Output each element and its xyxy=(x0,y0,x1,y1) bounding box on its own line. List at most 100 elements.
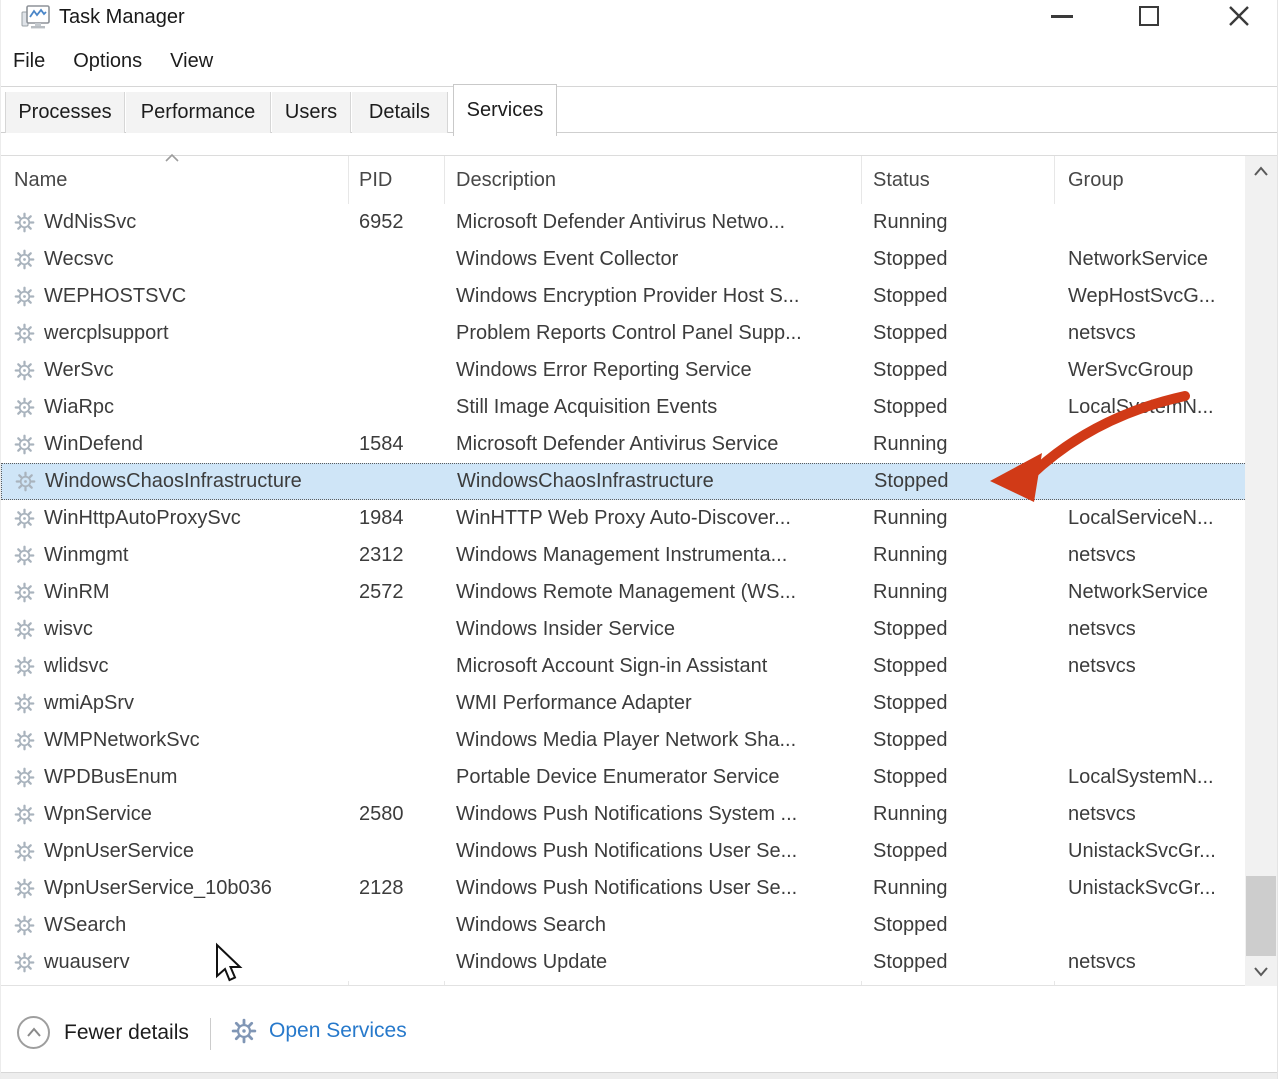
column-header-pid[interactable]: PID xyxy=(348,169,444,192)
service-name: Wecsvc xyxy=(44,248,114,271)
service-gear-icon xyxy=(14,249,35,270)
service-group: NetworkService xyxy=(1054,581,1247,604)
table-row[interactable]: WdNisSvc6952Microsoft Defender Antivirus… xyxy=(1,204,1247,241)
table-row[interactable]: wercplsupportProblem Reports Control Pan… xyxy=(1,315,1247,352)
service-gear-icon xyxy=(14,767,35,788)
service-name: WSearch xyxy=(44,914,126,937)
tab-services[interactable]: Services xyxy=(453,84,557,136)
table-row[interactable]: wisvcWindows Insider ServiceStoppednetsv… xyxy=(1,611,1247,648)
service-name-cell: WpnUserService xyxy=(1,840,348,863)
service-name: WinHttpAutoProxySvc xyxy=(44,507,241,530)
service-name-cell: wisvc xyxy=(1,618,348,641)
service-name: WinDefend xyxy=(44,433,143,456)
open-services-button[interactable]: Open Services xyxy=(231,1018,407,1044)
service-name: WEPHOSTSVC xyxy=(44,285,186,308)
menu-options[interactable]: Options xyxy=(73,50,142,73)
service-description: Windows Error Reporting Service xyxy=(444,359,861,382)
table-row[interactable]: WPDBusEnum Portable Device Enumerator Ser… xyxy=(1,759,1247,796)
service-name-cell: WinHttpAutoProxySvc xyxy=(1,507,348,530)
service-status: Running xyxy=(861,803,1054,826)
service-pid: 2312 xyxy=(348,544,444,567)
service-name: wisvc xyxy=(44,618,93,641)
service-status: Stopped xyxy=(861,840,1054,863)
table-row[interactable]: WecsvcWindows Event CollectorStoppedNetw… xyxy=(1,241,1247,278)
scroll-down-button[interactable] xyxy=(1245,956,1277,986)
maximize-button[interactable] xyxy=(1126,0,1172,32)
service-group: netsvcs xyxy=(1054,544,1247,567)
services-list: Name PID Description Status Group WdNisS… xyxy=(1,155,1277,985)
service-pid: 1984 xyxy=(348,507,444,530)
table-row[interactable]: wlidsvcMicrosoft Account Sign-in Assista… xyxy=(1,648,1247,685)
table-row[interactable]: wmiApSrvWMI Performance AdapterStopped xyxy=(1,685,1247,722)
service-status: Stopped xyxy=(861,396,1054,419)
footer-divider xyxy=(210,1018,211,1050)
table-row[interactable]: WMPNetworkSvcWindows Media Player Networ… xyxy=(1,722,1247,759)
table-row[interactable]: WpnUserService_10b0362128Windows Push No… xyxy=(1,870,1247,907)
service-description: Windows Management Instrumenta... xyxy=(444,544,861,567)
service-name-cell: WiaRpc xyxy=(1,396,348,419)
fewer-details-label: Fewer details xyxy=(64,1021,189,1045)
tab-performance[interactable]: Performance xyxy=(126,92,271,133)
table-row[interactable]: WinRM2572Windows Remote Management (WS..… xyxy=(1,574,1247,611)
service-status: Running xyxy=(861,211,1054,234)
tab-details[interactable]: Details xyxy=(352,92,448,133)
table-row[interactable]: Winmgmt 2312Windows Management Instrument… xyxy=(1,537,1247,574)
column-header-name[interactable]: Name xyxy=(1,169,348,192)
table-row[interactable]: WpnService2580Windows Push Notifications… xyxy=(1,796,1247,833)
table-row[interactable]: WerSvcWindows Error Reporting ServiceSto… xyxy=(1,352,1247,389)
chevron-up-icon xyxy=(1253,166,1269,177)
service-name-cell: wuauserv xyxy=(1,951,348,974)
menu-file[interactable]: File xyxy=(13,50,45,73)
service-description: WinHTTP Web Proxy Auto-Discover... xyxy=(444,507,861,530)
table-row[interactable]: WpnUserServiceWindows Push Notifications… xyxy=(1,833,1247,870)
service-name: Winmgmt xyxy=(44,544,128,567)
service-name: WdNisSvc xyxy=(44,211,136,234)
fewer-details-button[interactable]: Fewer details xyxy=(17,1016,189,1049)
service-gear-icon xyxy=(14,915,35,936)
service-pid: 6952 xyxy=(348,211,444,234)
task-manager-window: Task Manager File Options View Processes… xyxy=(0,0,1278,1079)
service-description: Windows Event Collector xyxy=(444,248,861,271)
tab-users[interactable]: Users xyxy=(272,92,351,133)
column-header-status[interactable]: Status xyxy=(861,169,1054,192)
table-row[interactable]: WiaRpcStill Image Acquisition EventsStop… xyxy=(1,389,1247,426)
service-group: WepHostSvcG... xyxy=(1054,285,1247,308)
table-row[interactable]: WinHttpAutoProxySvc 1984WinHTTP Web Proxy… xyxy=(1,500,1247,537)
service-description: Windows Remote Management (WS... xyxy=(444,581,861,604)
scroll-up-button[interactable] xyxy=(1245,156,1277,186)
service-name-cell: WinRM xyxy=(1,581,348,604)
service-name-cell: WPDBusEnum xyxy=(1,766,348,789)
chevron-down-icon xyxy=(1253,966,1269,977)
service-status: Running xyxy=(861,877,1054,900)
table-row[interactable]: wuauservWindows UpdateStoppednetsvcs xyxy=(1,944,1247,981)
service-pid: 2572 xyxy=(348,581,444,604)
service-name-cell: Winmgmt xyxy=(1,544,348,567)
service-pid: 2128 xyxy=(348,877,444,900)
menu-view[interactable]: View xyxy=(170,50,213,73)
service-gear-icon xyxy=(14,952,35,973)
column-header-description[interactable]: Description xyxy=(444,169,861,192)
table-row[interactable]: WinDefend1584Microsoft Defender Antiviru… xyxy=(1,426,1247,463)
table-row[interactable]: WindowsChaosInfrastructureWindowsChaosIn… xyxy=(1,463,1247,500)
service-description: Windows Push Notifications User Se... xyxy=(444,877,861,900)
vertical-scrollbar[interactable] xyxy=(1245,156,1277,986)
service-gear-icon xyxy=(14,545,35,566)
service-name-cell: WpnService xyxy=(1,803,348,826)
service-pid: 1584 xyxy=(348,433,444,456)
table-row[interactable]: WEPHOSTSVCWindows Encryption Provider Ho… xyxy=(1,278,1247,315)
gear-icon xyxy=(231,1018,257,1044)
service-gear-icon xyxy=(14,397,35,418)
service-group: LocalSystemN... xyxy=(1054,766,1247,789)
service-pid: 2580 xyxy=(348,803,444,826)
service-group: netsvcs xyxy=(1054,951,1247,974)
service-description: Portable Device Enumerator Service xyxy=(444,766,861,789)
scrollbar-thumb[interactable] xyxy=(1246,876,1276,958)
table-row[interactable]: WSearchWindows SearchStopped xyxy=(1,907,1247,944)
service-name-cell: WpnUserService_10b036 xyxy=(1,877,348,900)
service-name: wercplsupport xyxy=(44,322,169,345)
service-status: Stopped xyxy=(861,692,1054,715)
close-button[interactable] xyxy=(1216,0,1262,32)
column-header-group[interactable]: Group xyxy=(1054,169,1247,192)
tab-processes[interactable]: Processes xyxy=(5,92,125,133)
minimize-button[interactable] xyxy=(1039,0,1085,32)
